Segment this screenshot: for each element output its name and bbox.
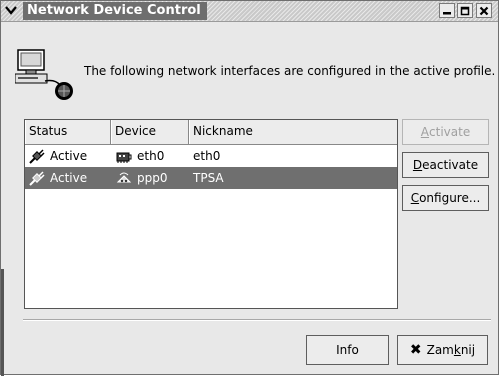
deactivate-button[interactable]: Deactivate	[402, 152, 489, 178]
activate-label: ctivate	[429, 125, 471, 139]
configure-label: onfigure...	[419, 191, 481, 205]
close-button[interactable]: ✖ Zam k nij	[397, 335, 488, 365]
plug-connected-icon	[29, 170, 45, 186]
window-title: Network Device Control	[23, 2, 207, 20]
table-header: Status Device Nickname	[25, 120, 397, 145]
close-mnemonic: k	[453, 343, 461, 357]
configure-button[interactable]: Configure...	[402, 185, 489, 211]
activate-mnemonic: A	[420, 125, 430, 139]
nickname-cell: eth0	[193, 149, 221, 163]
table-row-selected[interactable]: Active ppp0 TPSA	[25, 167, 397, 189]
device-label: ppp0	[137, 171, 168, 185]
device-cell: ppp0	[111, 167, 189, 189]
ethernet-card-icon	[116, 148, 132, 164]
interfaces-table[interactable]: Status Device Nickname Active eth0 eth0	[24, 119, 398, 309]
close-label-post: nij	[460, 343, 476, 357]
close-icon	[479, 6, 489, 15]
device-label: eth0	[137, 149, 165, 163]
table-row[interactable]: Active eth0 eth0	[25, 145, 397, 167]
window-menu-icon[interactable]	[3, 3, 19, 17]
configure-mnemonic: C	[410, 191, 420, 205]
column-header-device[interactable]: Device	[111, 120, 189, 144]
column-header-status[interactable]: Status	[25, 120, 111, 144]
activate-button[interactable]: Activate	[402, 119, 489, 145]
nickname-cell: TPSA	[193, 171, 224, 185]
minimize-button[interactable]	[439, 3, 455, 18]
minimize-icon	[443, 11, 451, 14]
modem-icon	[116, 170, 132, 186]
status-cell: Active	[25, 145, 111, 167]
info-button[interactable]: Info	[306, 335, 389, 365]
header-message: The following network interfaces are con…	[84, 64, 496, 78]
title-bar[interactable]: Network Device Control	[1, 1, 498, 22]
status-label: Active	[50, 171, 88, 185]
deactivate-mnemonic: D	[412, 158, 423, 172]
close-window-button[interactable]	[476, 3, 492, 18]
network-computer-icon	[14, 49, 77, 101]
close-label-pre: Zam	[426, 343, 454, 357]
plug-connected-icon	[29, 148, 45, 164]
status-cell: Active	[25, 167, 111, 189]
device-cell: eth0	[111, 145, 189, 167]
window-edge	[1, 269, 4, 376]
close-x-icon: ✖	[409, 342, 422, 358]
maximize-button[interactable]	[457, 3, 473, 18]
separator	[23, 319, 491, 321]
network-device-control-window: Network Device Control The following net…	[0, 0, 499, 376]
column-header-nickname[interactable]: Nickname	[189, 120, 397, 144]
deactivate-label: eactivate	[422, 158, 479, 172]
maximize-icon	[460, 6, 470, 15]
status-label: Active	[50, 149, 88, 163]
